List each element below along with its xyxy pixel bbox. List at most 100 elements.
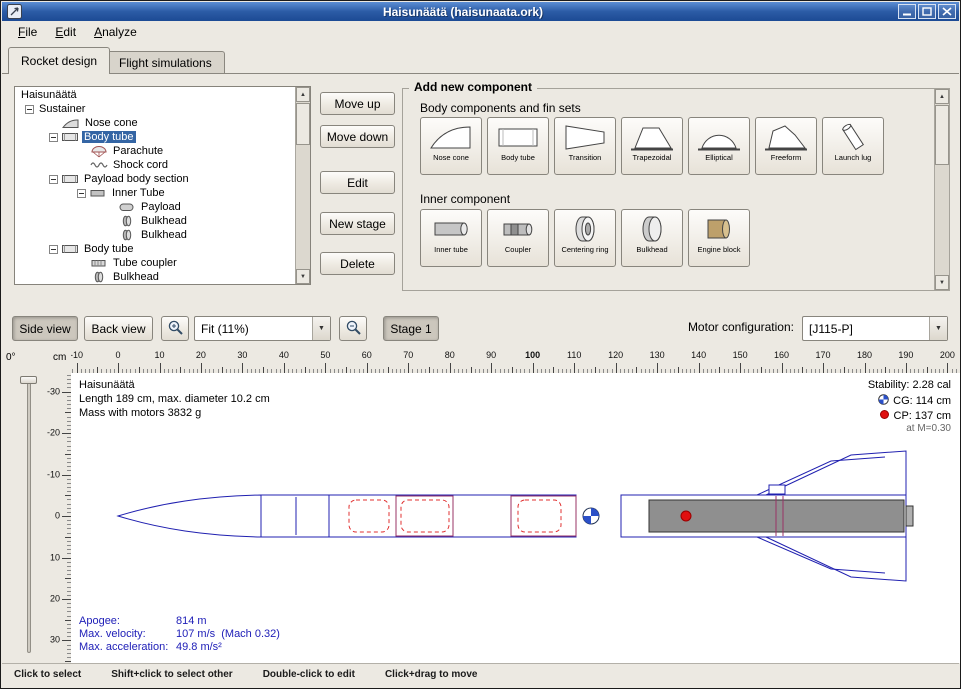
motor-nozzle[interactable] bbox=[906, 506, 913, 526]
tree-item-bulkhead[interactable]: Bulkhead bbox=[15, 228, 295, 242]
add-coupler-button[interactable]: Coupler bbox=[487, 209, 549, 267]
status-bar: Click to select Shift+click to select ot… bbox=[2, 663, 959, 684]
menu-edit[interactable]: Edit bbox=[47, 22, 84, 42]
rotation-slider-track[interactable] bbox=[27, 377, 31, 653]
back-view-button[interactable]: Back view bbox=[84, 316, 153, 341]
tree-item-inner-tube[interactable]: Inner Tube bbox=[15, 186, 295, 200]
chevron-down-icon bbox=[929, 317, 947, 340]
menu-analyze[interactable]: Analyze bbox=[86, 22, 145, 42]
add-inner-tube-button[interactable]: Inner tube bbox=[420, 209, 482, 267]
scroll-down-icon[interactable]: ▼ bbox=[935, 275, 949, 290]
tree-item-bulkhead[interactable]: Bulkhead bbox=[15, 214, 295, 228]
fin-lower[interactable] bbox=[766, 537, 906, 581]
close-button[interactable] bbox=[938, 4, 956, 19]
fin-upper[interactable] bbox=[766, 451, 906, 495]
tree-scrollbar[interactable]: ▲ ▼ bbox=[295, 87, 310, 284]
rotation-slider-handle[interactable] bbox=[20, 376, 37, 384]
edit-button[interactable]: Edit bbox=[320, 171, 395, 194]
tree-item-nose-cone[interactable]: Nose cone bbox=[15, 116, 295, 130]
tree-item-bulkhead[interactable]: Bulkhead bbox=[15, 270, 295, 284]
ruler-tick bbox=[62, 392, 71, 393]
ruler-tick bbox=[367, 363, 368, 373]
mach-condition: at M=0.30 bbox=[906, 423, 951, 434]
add-transition-button[interactable]: Transition bbox=[554, 117, 616, 175]
button-label: Side view bbox=[19, 322, 70, 336]
forward-body-tube[interactable] bbox=[261, 495, 576, 537]
tree-item-payload-body-section[interactable]: Payload body section bbox=[15, 172, 295, 186]
add-elliptical-fin-button[interactable]: Elliptical bbox=[688, 117, 750, 175]
ruler-number: 110 bbox=[567, 350, 581, 360]
collapse-icon[interactable] bbox=[49, 133, 58, 142]
scrollbar-thumb[interactable] bbox=[935, 105, 949, 165]
ruler-number: 160 bbox=[774, 350, 789, 360]
tree-item-payload[interactable]: Payload bbox=[15, 200, 295, 214]
tree-item-rocket[interactable]: Haisunäätä bbox=[15, 88, 295, 102]
body-tube-icon bbox=[496, 121, 540, 153]
zoom-in-button[interactable] bbox=[161, 316, 189, 341]
tree-item-body-tube-aft[interactable]: Body tube bbox=[15, 242, 295, 256]
collapse-icon[interactable] bbox=[49, 175, 58, 184]
add-bulkhead-button[interactable]: Bulkhead bbox=[621, 209, 683, 267]
zoom-level-select[interactable]: Fit (11%) bbox=[194, 316, 331, 341]
delete-button[interactable]: Delete bbox=[320, 252, 395, 275]
motor-configuration-select[interactable]: [J115-P] bbox=[802, 316, 948, 341]
tree-item-tube-coupler[interactable]: Tube coupler bbox=[15, 256, 295, 270]
tree-item-label: Sustainer bbox=[37, 103, 87, 115]
tree-item-label: Bulkhead bbox=[139, 215, 189, 227]
scrollbar-thumb[interactable] bbox=[296, 103, 310, 145]
centering-ring-icon bbox=[563, 213, 607, 245]
add-launch-lug-button[interactable]: Launch lug bbox=[822, 117, 884, 175]
ruler-number: -30 bbox=[47, 386, 60, 396]
component-label: Trapezoidal bbox=[633, 154, 672, 162]
maximize-button[interactable] bbox=[918, 4, 936, 19]
move-up-button[interactable]: Move up bbox=[320, 92, 395, 115]
max-velocity-value: 107 m/s (Mach 0.32) bbox=[176, 628, 280, 640]
tree-item-shock-cord[interactable]: Shock cord bbox=[15, 158, 295, 172]
tube-coupler-icon bbox=[90, 257, 108, 269]
ruler-number: 130 bbox=[650, 350, 665, 360]
minimize-button[interactable] bbox=[898, 4, 916, 19]
collapse-icon[interactable] bbox=[25, 105, 34, 114]
tab-label: Flight simulations bbox=[119, 56, 212, 70]
tab-flight-simulations[interactable]: Flight simulations bbox=[106, 51, 225, 74]
inner-component-label: Inner component bbox=[420, 192, 510, 206]
scroll-up-icon[interactable]: ▲ bbox=[296, 87, 310, 102]
new-stage-button[interactable]: New stage bbox=[320, 212, 395, 235]
status-hint: Click to select bbox=[14, 669, 81, 680]
scroll-up-icon[interactable]: ▲ bbox=[935, 89, 949, 104]
component-label: Engine block bbox=[698, 246, 741, 254]
rocket-view-canvas[interactable]: Haisunäätä Length 189 cm, max. diameter … bbox=[71, 373, 961, 663]
add-panel-scrollbar[interactable]: ▲ ▼ bbox=[934, 89, 949, 290]
cp-marker bbox=[681, 511, 691, 521]
zoom-out-button[interactable] bbox=[339, 316, 367, 341]
component-label: Elliptical bbox=[705, 154, 733, 162]
collapse-icon[interactable] bbox=[77, 189, 86, 198]
ruler-number: 40 bbox=[279, 350, 289, 360]
scroll-down-icon[interactable]: ▼ bbox=[296, 269, 310, 284]
tree-item-parachute[interactable]: Parachute bbox=[15, 144, 295, 158]
ruler-tick bbox=[62, 558, 71, 559]
component-tree: Haisunäätä Sustainer Nose cone Body tube bbox=[14, 86, 311, 285]
titlebar[interactable]: Haisunäätä (haisunaata.ork) bbox=[2, 2, 959, 21]
launch-lug[interactable] bbox=[769, 485, 785, 494]
add-engine-block-button[interactable]: Engine block bbox=[688, 209, 750, 267]
tab-rocket-design[interactable]: Rocket design bbox=[8, 47, 110, 74]
add-trapezoidal-fin-button[interactable]: Trapezoidal bbox=[621, 117, 683, 175]
rotation-angle-label: 0° bbox=[6, 352, 16, 363]
tree-item-body-tube[interactable]: Body tube bbox=[15, 130, 295, 144]
tree-item-sustainer[interactable]: Sustainer bbox=[15, 102, 295, 116]
ruler-number: 60 bbox=[362, 350, 372, 360]
mach-text: at M=0.30 bbox=[906, 423, 951, 434]
nose-cone[interactable] bbox=[118, 495, 261, 537]
side-view-button[interactable]: Side view bbox=[12, 316, 78, 341]
add-body-tube-button[interactable]: Body tube bbox=[487, 117, 549, 175]
add-nose-cone-button[interactable]: Nose cone bbox=[420, 117, 482, 175]
ruler-number: 100 bbox=[525, 350, 540, 360]
add-centering-ring-button[interactable]: Centering ring bbox=[554, 209, 616, 267]
ruler-number: 30 bbox=[50, 635, 60, 645]
stage-1-toggle[interactable]: Stage 1 bbox=[383, 316, 439, 341]
collapse-icon[interactable] bbox=[49, 245, 58, 254]
menu-file[interactable]: File bbox=[10, 22, 45, 42]
add-freeform-fin-button[interactable]: Freeform bbox=[755, 117, 817, 175]
move-down-button[interactable]: Move down bbox=[320, 125, 395, 148]
